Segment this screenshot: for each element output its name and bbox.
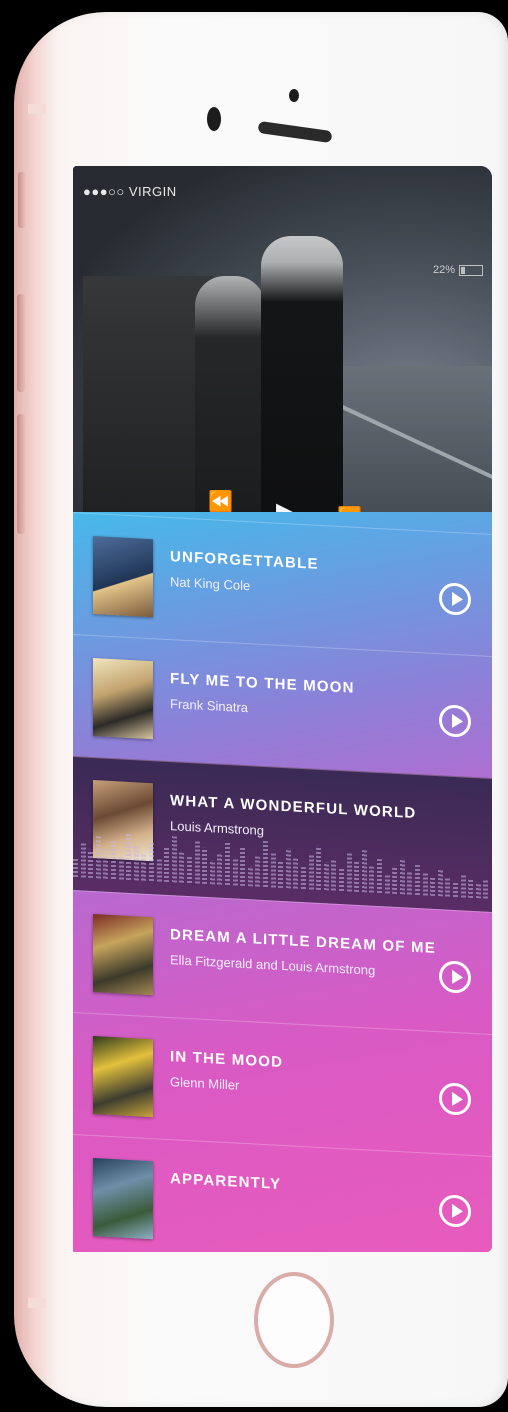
- equalizer-bar: [111, 840, 116, 880]
- equalizer-bar: [301, 866, 306, 890]
- equalizer-bar: [247, 866, 253, 887]
- track-row[interactable]: WHAT A WONDERFUL WORLD Louis Armstrong: [73, 756, 492, 912]
- equalizer-bar: [384, 873, 390, 894]
- equalizer-bar: [331, 858, 337, 891]
- equalizer-bar: [460, 873, 466, 898]
- status-bar: ●●●○○ VIRGIN 22%: [79, 184, 489, 276]
- equalizer-bar: [240, 847, 246, 887]
- equalizer-bar: [293, 858, 299, 889]
- equalizer-bar: [483, 878, 489, 899]
- antenna-band: [28, 1298, 46, 1308]
- equalizer-visualizer: [73, 817, 492, 899]
- equalizer-bar: [126, 833, 132, 881]
- track-title: DREAM A LITTLE DREAM OF ME: [170, 926, 436, 958]
- album-art: [93, 536, 153, 618]
- proximity-sensor: [289, 89, 299, 102]
- battery-percent: 22%: [432, 264, 455, 276]
- track-title: UNFORGETTABLE: [170, 548, 319, 573]
- battery-indicator: 22%: [433, 264, 483, 276]
- track-title: WHAT A WONDERFUL WORLD: [170, 792, 417, 822]
- track-artist: Ella Fitzgerald and Louis Armstrong: [170, 952, 376, 978]
- equalizer-bar: [194, 841, 200, 884]
- volume-up-button: [17, 294, 25, 392]
- home-button[interactable]: [254, 1272, 334, 1368]
- equalizer-bar: [316, 845, 322, 891]
- track-artist: Glenn Miller: [170, 1074, 240, 1093]
- equalizer-bar: [369, 866, 375, 893]
- equalizer-bar: [475, 884, 481, 899]
- equalizer-bar: [361, 850, 367, 893]
- track-title: IN THE MOOD: [170, 1048, 284, 1072]
- equalizer-bar: [422, 873, 428, 896]
- equalizer-bar: [95, 834, 101, 879]
- equalizer-bar: [453, 880, 458, 898]
- equalizer-bar: [187, 856, 192, 884]
- album-art: [93, 658, 153, 740]
- equalizer-bar: [156, 859, 162, 882]
- equalizer-bar: [118, 855, 124, 880]
- equalizer-bar: [225, 840, 230, 886]
- equalizer-bar: [270, 853, 276, 888]
- play-circle-icon[interactable]: [439, 1194, 471, 1228]
- equalizer-bar: [80, 843, 86, 878]
- equalizer-bar: [209, 860, 215, 885]
- equalizer-bar: [285, 848, 291, 889]
- equalizer-bar: [437, 870, 443, 897]
- equalizer-bar: [430, 877, 436, 896]
- equalizer-bar: [141, 852, 147, 881]
- play-circle-icon[interactable]: [439, 960, 471, 994]
- equalizer-bar: [263, 840, 268, 888]
- equalizer-bar: [377, 858, 382, 894]
- equalizer-bar: [103, 848, 109, 879]
- track-row[interactable]: FLY ME TO THE MOON Frank Sinatra: [73, 634, 492, 778]
- carrier-label: ●●●○○ VIRGIN: [83, 184, 177, 199]
- equalizer-bar: [278, 861, 284, 889]
- silent-switch: [18, 172, 25, 228]
- track-list: UNFORGETTABLE Nat King Cole FLY ME TO THE …: [73, 512, 492, 1252]
- equalizer-bar: [73, 857, 78, 878]
- equalizer-bar: [415, 864, 420, 896]
- equalizer-bar: [133, 844, 139, 881]
- equalizer-bar: [171, 834, 177, 883]
- track-artist: Nat King Cole: [170, 574, 251, 594]
- equalizer-bar: [392, 865, 398, 894]
- equalizer-bar: [346, 853, 352, 892]
- equalizer-bar: [445, 876, 451, 897]
- battery-icon: [459, 264, 483, 276]
- album-art: [93, 1036, 153, 1118]
- equalizer-bar: [149, 840, 154, 882]
- scene: ●●●○○ VIRGIN 22% ⏪ ▶ ⏩ UNFORGETTABLENat …: [0, 0, 508, 1412]
- volume-down-button: [17, 414, 25, 534]
- rewind-button[interactable]: ⏪: [208, 492, 233, 512]
- album-art: [93, 914, 153, 996]
- play-circle-icon[interactable]: [439, 704, 471, 738]
- track-title: FLY ME TO THE MOON: [170, 670, 355, 697]
- equalizer-bar: [468, 879, 474, 898]
- track-row[interactable]: UNFORGETTABLE Nat King Cole: [73, 512, 492, 656]
- equalizer-bar: [323, 862, 329, 891]
- play-circle-icon[interactable]: [439, 1082, 471, 1116]
- front-camera: [207, 107, 221, 131]
- equalizer-bar: [407, 870, 413, 895]
- equalizer-bar: [399, 858, 405, 895]
- equalizer-bar: [202, 847, 208, 885]
- equalizer-bar: [339, 866, 344, 892]
- antenna-band: [28, 104, 46, 114]
- track-row[interactable]: IN THE MOOD Glenn Miller: [73, 1012, 492, 1156]
- album-art: [93, 1158, 153, 1240]
- track-row[interactable]: APPARENTLY: [73, 1134, 492, 1252]
- equalizer-bar: [308, 853, 314, 890]
- track-title: APPARENTLY: [170, 1170, 282, 1193]
- play-circle-icon[interactable]: [439, 582, 471, 616]
- equalizer-bar: [232, 857, 238, 886]
- equalizer-bar: [354, 861, 360, 892]
- equalizer-bar: [88, 849, 94, 879]
- phone-screen: ●●●○○ VIRGIN 22% ⏪ ▶ ⏩ UNFORGETTABLENat …: [73, 166, 492, 1252]
- equalizer-bar: [217, 852, 223, 885]
- track-artist: Frank Sinatra: [170, 696, 249, 716]
- track-row[interactable]: DREAM A LITTLE DREAM OF ME Ella Fitzgeral…: [73, 890, 492, 1034]
- equalizer-bar: [164, 847, 170, 883]
- equalizer-bar: [179, 852, 185, 883]
- equalizer-bar: [255, 856, 261, 887]
